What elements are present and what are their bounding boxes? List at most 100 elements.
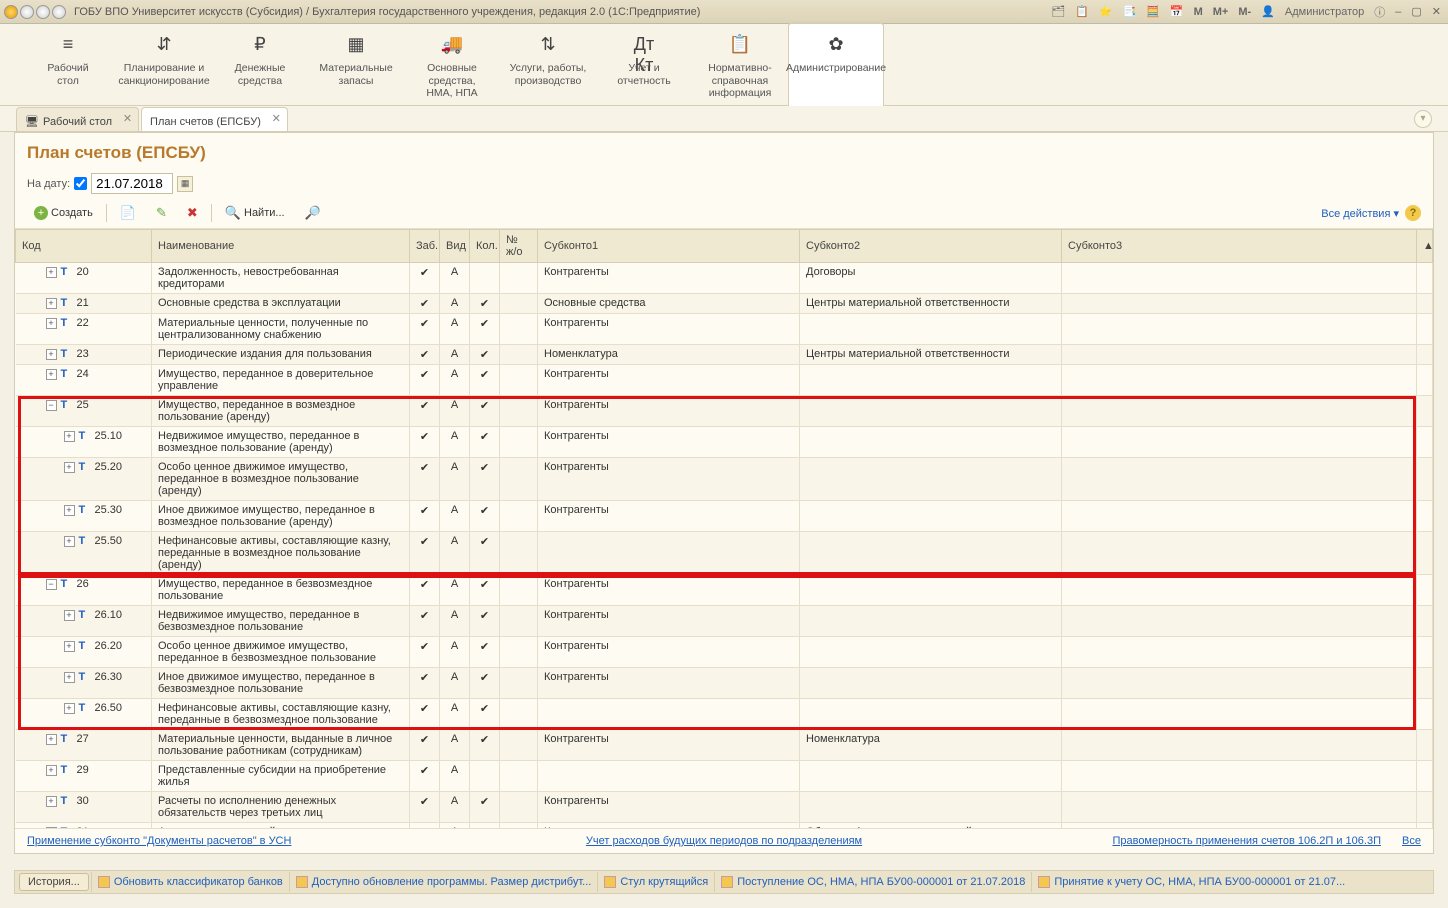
col-zab[interactable]: Заб. [410, 230, 440, 263]
section-tab[interactable]: ▦Материальныезапасы [308, 24, 404, 105]
grid[interactable]: Код Наименование Заб. Вид Кол. № ж/о Суб… [15, 229, 1433, 828]
doc-tab[interactable]: План счетов (ЕПСБУ)✕ [141, 107, 288, 131]
expand-icon[interactable]: + [46, 318, 57, 329]
section-tab[interactable]: 🚚Основные средства,НМА, НПА [404, 24, 500, 105]
copy-button[interactable]: 📄 [113, 202, 143, 224]
clear-find-button[interactable]: 🔎 [298, 202, 328, 224]
col-s1[interactable]: Субконто1 [538, 230, 800, 263]
close-tab-icon[interactable]: ✕ [123, 112, 132, 125]
calc-icon[interactable]: 🧮 [1143, 5, 1163, 18]
table-row[interactable]: + Т 30Расчеты по исполнению денежных обя… [16, 792, 1433, 823]
find-button[interactable]: 🔍Найти... [218, 202, 292, 224]
table-row[interactable]: − Т 25Имущество, переданное в возмездное… [16, 396, 1433, 427]
expand-icon[interactable]: + [46, 734, 57, 745]
table-row[interactable]: + Т 26.10Недвижимое имущество, переданно… [16, 606, 1433, 637]
section-tab[interactable]: ₽Денежныесредства [212, 24, 308, 105]
tool-icon[interactable]: 🗂 [1048, 5, 1068, 18]
memory-mplus[interactable]: M+ [1210, 6, 1232, 18]
expand-icon[interactable]: + [64, 610, 75, 621]
dropdown-icon[interactable]: ▾ [1414, 110, 1432, 128]
expand-icon[interactable]: + [46, 298, 57, 309]
tool-icon[interactable]: 📑 [1119, 5, 1139, 18]
section-tab[interactable]: ≡Рабочийстол [20, 24, 116, 105]
doc-tab[interactable]: 🖥Рабочий стол✕ [16, 107, 139, 131]
section-tab[interactable]: ⇅Услуги, работы,производство [500, 24, 596, 105]
tool-icon[interactable]: 📋 [1072, 5, 1092, 18]
footer-link-2[interactable]: Учет расходов будущих периодов по подраз… [586, 835, 862, 847]
all-actions-link[interactable]: Все действия ▾ [1321, 207, 1399, 220]
expand-icon[interactable]: + [46, 369, 57, 380]
table-row[interactable]: + Т 21Основные средства в эксплуатации✔А… [16, 294, 1433, 314]
table-row[interactable]: + Т 26.30Иное движимое имущество, переда… [16, 668, 1433, 699]
expand-icon[interactable]: − [46, 579, 57, 590]
expand-icon[interactable]: + [64, 431, 75, 442]
date-input[interactable] [91, 173, 173, 194]
footer-link-1[interactable]: Применение субконто "Документы расчетов"… [27, 835, 291, 847]
table-row[interactable]: + Т 25.10Недвижимое имущество, переданно… [16, 427, 1433, 458]
info-icon[interactable]: ⓘ [1371, 4, 1388, 20]
minimize-icon[interactable]: – [1392, 6, 1404, 18]
delete-button[interactable]: ✖ [180, 202, 205, 224]
footer-link-3[interactable]: Правомерность применения счетов 106.2П и… [1112, 835, 1381, 847]
table-row[interactable]: + Т 25.30Иное движимое имущество, переда… [16, 501, 1433, 532]
memory-mminus[interactable]: M- [1235, 6, 1254, 18]
window-btn[interactable] [52, 5, 66, 19]
filter-checkbox[interactable] [74, 177, 87, 190]
window-btn[interactable] [36, 5, 50, 19]
footer-link-all[interactable]: Все [1402, 835, 1421, 847]
statusbar-item[interactable]: Стул крутящийся [597, 872, 714, 892]
expand-icon[interactable]: + [46, 765, 57, 776]
expand-icon[interactable]: + [46, 796, 57, 807]
table-row[interactable]: + Т 20Задолженность, невостребованная кр… [16, 263, 1433, 294]
history-button[interactable]: История... [19, 873, 89, 891]
table-row[interactable]: + Т 23Периодические издания для пользова… [16, 345, 1433, 365]
expand-icon[interactable]: + [46, 349, 57, 360]
calendar-icon[interactable]: ▦ [177, 176, 193, 192]
edit-button[interactable]: ✎ [149, 202, 174, 224]
code-value: 29 [77, 764, 89, 776]
col-s3[interactable]: Субконто3 [1062, 230, 1417, 263]
statusbar-item[interactable]: Обновить классификатор банков [91, 872, 289, 892]
col-code[interactable]: Код [16, 230, 152, 263]
statusbar-item[interactable]: Поступление ОС, НМА, НПА БУ00-000001 от … [714, 872, 1031, 892]
table-row[interactable]: + Т 26.20Особо ценное движимое имущество… [16, 637, 1433, 668]
calendar-icon[interactable]: 📅 [1167, 5, 1187, 18]
table-row[interactable]: + Т 24Имущество, переданное в доверитель… [16, 365, 1433, 396]
col-name[interactable]: Наименование [152, 230, 410, 263]
statusbar-item[interactable]: Доступно обновление программы. Размер ди… [289, 872, 598, 892]
kol-cell: ✔ [470, 396, 500, 427]
table-row[interactable]: + Т 25.20Особо ценное движимое имущество… [16, 458, 1433, 501]
section-tab[interactable]: 📋Нормативно-справочнаяинформация [692, 24, 788, 105]
expand-icon[interactable]: + [64, 536, 75, 547]
expand-icon[interactable]: + [46, 267, 57, 278]
expand-icon[interactable]: + [64, 641, 75, 652]
col-vid[interactable]: Вид [440, 230, 470, 263]
table-row[interactable]: + Т 25.50Нефинансовые активы, составляющ… [16, 532, 1433, 575]
table-row[interactable]: + Т 29Представленные субсидии на приобре… [16, 761, 1433, 792]
expand-icon[interactable]: + [64, 505, 75, 516]
maximize-icon[interactable]: ▢ [1408, 5, 1424, 18]
expand-icon[interactable]: + [64, 462, 75, 473]
col-kol[interactable]: Кол. [470, 230, 500, 263]
close-icon[interactable]: ✕ [1429, 5, 1444, 18]
close-tab-icon[interactable]: ✕ [272, 112, 281, 125]
col-jo[interactable]: № ж/о [500, 230, 538, 263]
app-icon[interactable] [4, 5, 18, 19]
expand-icon[interactable]: + [64, 703, 75, 714]
window-btn[interactable] [20, 5, 34, 19]
section-tab[interactable]: ⇵Планирование исанкционирование [116, 24, 212, 105]
table-row[interactable]: + Т 22Материальные ценности, полученные … [16, 314, 1433, 345]
section-tab[interactable]: ДтКтУчет иотчетность [596, 24, 692, 105]
table-row[interactable]: + Т 27Материальные ценности, выданные в … [16, 730, 1433, 761]
section-tab[interactable]: ✿Администрирование [788, 22, 884, 106]
expand-icon[interactable]: + [64, 672, 75, 683]
statusbar-item[interactable]: Принятие к учету ОС, НМА, НПА БУ00-00000… [1031, 872, 1351, 892]
col-s2[interactable]: Субконто2 [800, 230, 1062, 263]
memory-m[interactable]: M [1191, 6, 1206, 18]
create-button[interactable]: +Создать [27, 203, 100, 223]
table-row[interactable]: − Т 26Имущество, переданное в безвозмезд… [16, 575, 1433, 606]
favorite-icon[interactable]: ⭐ [1096, 5, 1116, 18]
expand-icon[interactable]: − [46, 400, 57, 411]
help-icon[interactable]: ? [1405, 205, 1421, 221]
table-row[interactable]: + Т 26.50Нефинансовые активы, составляющ… [16, 699, 1433, 730]
